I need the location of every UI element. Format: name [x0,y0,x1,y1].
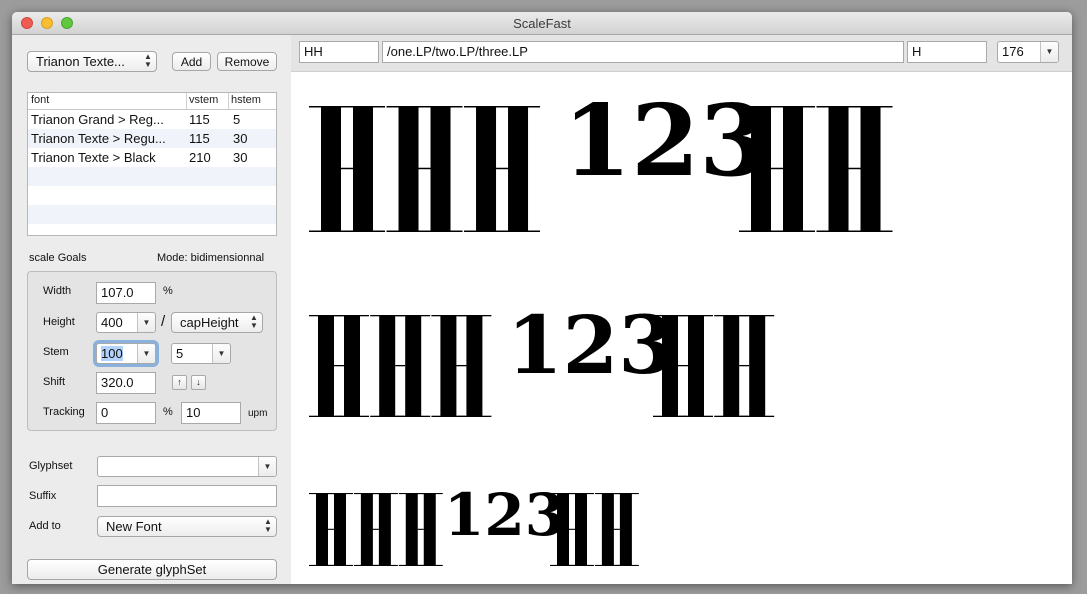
tracking-percent-input[interactable]: 0 [96,402,156,424]
font-cell: Trianon Texte > Regu... [31,131,166,146]
font-cell: Trianon Grand > Reg... [31,112,164,127]
height-reference-popup[interactable]: capHeight ▲ ▼ [171,312,263,333]
glyph-h [594,493,639,566]
arrow-up-icon: ↑ [177,377,182,387]
vstem-cell: 115 [189,112,210,127]
empty-table-row [28,186,276,205]
height-combobox[interactable]: 400 ▼ [96,312,156,333]
font-cell: Trianon Texte > Black [31,150,156,165]
add-to-value: New Font [106,519,162,534]
font-table-header: font vstem hstem [28,93,276,110]
shift-label: Shift [43,376,66,388]
trailing-string-input[interactable]: H [907,41,987,63]
chevron-down-icon[interactable]: ▼ [258,457,276,476]
tracking-units-input[interactable]: 10 [181,402,241,424]
suffix-input[interactable] [97,485,277,507]
glyph-preview-canvas: 123 123 123 [291,72,1072,584]
glyph-h [353,493,398,566]
width-input[interactable]: 107.0 [96,282,156,304]
column-divider [228,93,229,109]
generate-glyphset-button[interactable]: Generate glyphSet [27,559,277,580]
tracking-label: Tracking [43,406,85,418]
glyph-preview-svg: 123 123 123 [309,84,893,566]
glyph-h [398,493,443,566]
chevron-down-icon[interactable]: ▼ [137,313,155,332]
stem-vertical-combobox[interactable]: 100 ▼ [96,343,156,364]
column-header-hstem[interactable]: hstem [231,94,261,106]
preview-string-input[interactable]: HH [299,41,379,63]
width-unit: % [163,285,173,297]
glyphset-combobox[interactable]: ▼ [97,456,277,477]
scale-goals-box: Width 107.0 % Height 400 ▼ / capHeight ▲… [27,271,277,431]
hstem-cell: 30 [233,131,248,146]
controls-panel: Trianon Texte... ▲ ▼ Add Remove font vste… [12,35,291,584]
tracking-percent-unit: % [163,406,173,418]
up-down-arrows-icon: ▲ ▼ [250,313,258,330]
shift-up-button[interactable]: ↑ [172,375,187,390]
font-table[interactable]: font vstem hstem Trianon Grand > Reg... … [27,92,277,236]
app-window: ScaleFast Trianon Texte... ▲ ▼ Add Remove… [12,12,1072,584]
scale-goals-heading: scale Goals [29,252,87,264]
glyph-h [714,315,775,417]
up-down-arrows-icon: ▲ ▼ [264,517,272,534]
stem-vertical-value: 100 [101,346,123,361]
width-label: Width [43,285,72,297]
title-bar: ScaleFast [12,12,1072,35]
vstem-cell: 210 [189,150,211,165]
font-selector-popup[interactable]: Trianon Texte... ▲ ▼ [27,51,157,72]
glyph-h [309,106,385,232]
tracking-units-unit: upm [248,408,268,419]
column-header-vstem[interactable]: vstem [189,94,218,106]
stem-label: Stem [43,346,69,358]
vstem-cell: 115 [189,131,210,146]
remove-button[interactable]: Remove [217,52,277,71]
glyph-figures: 123 [444,481,565,549]
glyph-h [309,493,353,566]
glyph-h [386,106,463,232]
add-to-label: Add to [29,520,61,532]
table-row[interactable]: Trianon Grand > Reg... 115 5 [28,110,276,129]
add-to-popup[interactable]: New Font ▲ ▼ [97,516,277,537]
glyph-h [816,106,893,232]
suffix-label: Suffix [29,490,57,502]
empty-table-row [28,167,276,186]
point-size-value: 176 [1002,44,1024,59]
glyph-names-input[interactable]: /one.LP/two.LP/three.LP [382,41,904,63]
glyph-figures: 123 [563,84,768,199]
arrow-down-icon: ↓ [196,377,201,387]
hstem-cell: 5 [233,112,241,127]
add-button[interactable]: Add [172,52,211,71]
glyph-h [309,315,369,417]
height-label: Height [43,316,75,328]
stem-horizontal-combobox[interactable]: 5 ▼ [171,343,231,364]
shift-down-button[interactable]: ↓ [191,375,206,390]
mode-label: Mode: bidimensionnal [157,252,265,264]
glyph-h [431,315,492,417]
chevron-down-icon[interactable]: ▼ [1040,42,1058,62]
glyph-h [653,315,713,417]
empty-table-row [28,205,276,224]
preview-toolbar: HH /one.LP/two.LP/three.LP H 176 ▼ [291,35,1072,72]
stem-horizontal-value: 5 [176,346,184,361]
font-selector-value: Trianon Texte... [36,54,125,69]
height-value: 400 [101,315,123,330]
chevron-down-icon[interactable]: ▼ [212,344,230,363]
height-reference-value: capHeight [180,315,239,330]
chevron-down-icon[interactable]: ▼ [137,344,155,363]
glyph-h [370,315,431,417]
glyphset-label: Glyphset [29,460,73,472]
shift-input[interactable]: 320.0 [96,372,156,394]
window-title: ScaleFast [513,16,571,31]
up-down-arrows-icon: ▲ ▼ [144,52,152,69]
glyph-h [464,106,541,232]
column-divider [186,93,187,109]
hstem-cell: 30 [233,150,248,165]
column-header-font[interactable]: font [31,94,49,106]
table-row[interactable]: Trianon Texte > Regu... 115 30 [28,129,276,148]
height-separator: / [161,313,166,330]
table-row[interactable]: Trianon Texte > Black 210 30 [28,148,276,167]
point-size-combobox[interactable]: 176 ▼ [997,41,1059,63]
glyph-figures: 123 [507,298,674,392]
